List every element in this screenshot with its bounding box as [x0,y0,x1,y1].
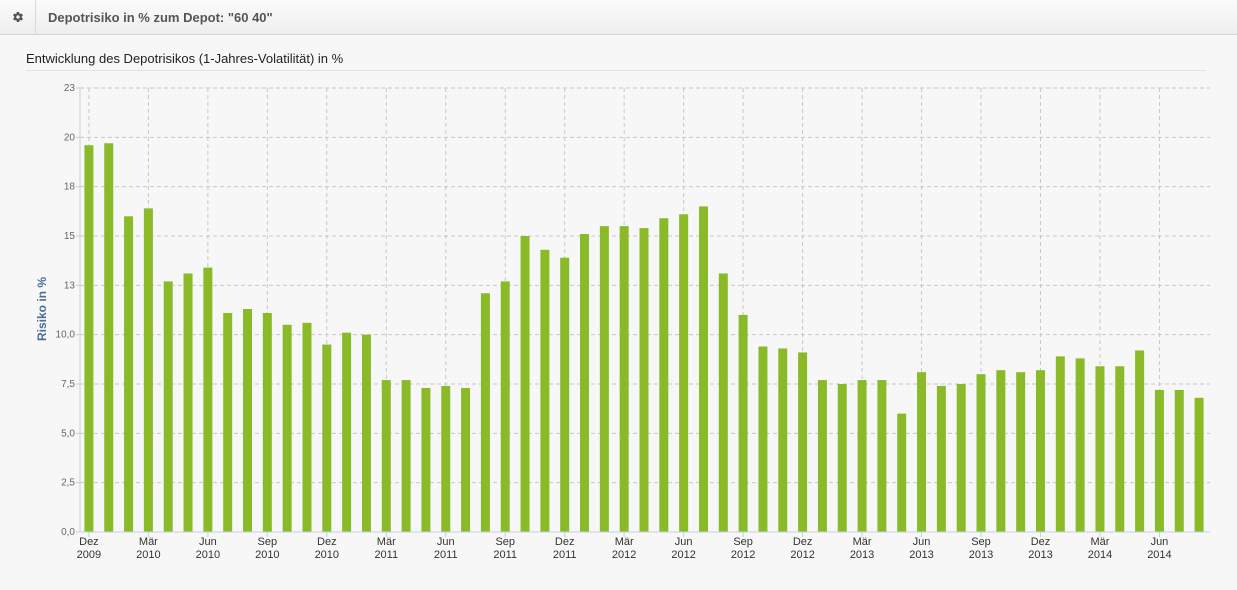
x-tick-label: Jun 2013 [909,536,933,561]
bar [778,348,788,532]
bar [1016,372,1026,532]
x-tick-label: Sep 2011 [493,536,517,561]
bar [877,380,887,532]
bar [401,380,411,532]
x-tick-label: Dez 2009 [77,536,101,561]
bar [381,380,391,532]
bar [560,257,570,532]
y-axis-label: Risiko in % [35,277,49,341]
x-tick-label: Dez 2012 [790,536,814,561]
bar [659,218,669,533]
bar [243,309,253,532]
bar [84,145,94,532]
bar [1075,358,1085,532]
bar [758,346,768,532]
bar [1194,397,1204,532]
x-tick-labels: Dez 2009 Mär 2010 Jun 2010 Sep 2010 Dez 2010 Mär 20… [77,536,1172,561]
bar [619,226,629,532]
y-tick-label: 15 [64,231,76,242]
bar [342,332,352,532]
bar [738,314,748,532]
bar [956,384,966,532]
bar [718,273,728,532]
bar [580,234,590,532]
bar [936,385,946,532]
bar [461,387,471,532]
bar [857,380,867,532]
bar [917,372,927,532]
bar [282,324,292,532]
bar [798,352,808,532]
bar [421,387,431,532]
x-tick-label: Mär 2010 [136,536,160,561]
y-tick-label: 13 [64,280,76,291]
bar [679,214,689,532]
bar [480,293,490,532]
y-tick-label: 2,5 [61,478,75,489]
x-tick-label: Mär 2011 [374,536,398,561]
bar [698,206,708,532]
bar [1115,366,1125,532]
bar [1035,370,1045,532]
x-tick-label: Jun 2010 [196,536,220,561]
x-tick-label: Mär 2014 [1088,536,1112,561]
bar [143,208,153,532]
bars [84,143,1204,533]
x-tick-label: Dez 2011 [553,536,577,561]
y-tick-label: 0,0 [61,527,75,538]
y-tick-label: 23 [64,83,76,94]
bar [1055,356,1065,532]
bar [183,273,193,532]
bar [540,249,550,532]
bar [361,334,371,532]
volatility-bar-chart: 0,0 2,5 5,0 7,5 10,0 13 15 18 20 23 Dez 2009 Mär 201… [35,83,1210,561]
bar [104,143,114,532]
x-tick-label: Sep 2012 [731,536,755,561]
bar [897,413,907,532]
bar [639,228,649,532]
bar [1095,366,1105,532]
bar [1174,389,1184,532]
bar [223,312,233,532]
bar [203,267,213,532]
bar [1135,350,1145,532]
bar [520,236,530,532]
bar [1154,389,1164,532]
bar [322,344,332,532]
x-tick-label: Sep 2010 [255,536,279,561]
bar [817,380,827,532]
x-tick-label: Jun 2014 [1147,536,1171,561]
bar [976,374,986,532]
y-tick-label: 10,0 [56,330,76,341]
y-tick-label: 18 [64,182,76,193]
bar [599,226,609,532]
bar [441,385,451,532]
y-tick-labels: 0,0 2,5 5,0 7,5 10,0 13 15 18 20 23 [56,83,76,538]
bar [996,370,1006,532]
x-tick-label: Dez 2010 [315,536,339,561]
x-tick-label: Jun 2011 [434,536,458,561]
bar [124,216,134,532]
bar [163,281,173,532]
x-tick-label: Sep 2013 [969,536,993,561]
bar [262,312,272,532]
x-tick-label: Dez 2013 [1028,536,1052,561]
x-tick-label: Mär 2013 [850,536,874,561]
y-tick-label: 5,0 [61,428,75,439]
bar [837,384,847,532]
bar [302,322,312,532]
y-tick-label: 7,5 [61,379,75,390]
x-tick-label: Mär 2012 [612,536,636,561]
x-tick-label: Jun 2012 [671,536,695,561]
y-tick-label: 20 [64,132,76,143]
bar [500,281,510,532]
